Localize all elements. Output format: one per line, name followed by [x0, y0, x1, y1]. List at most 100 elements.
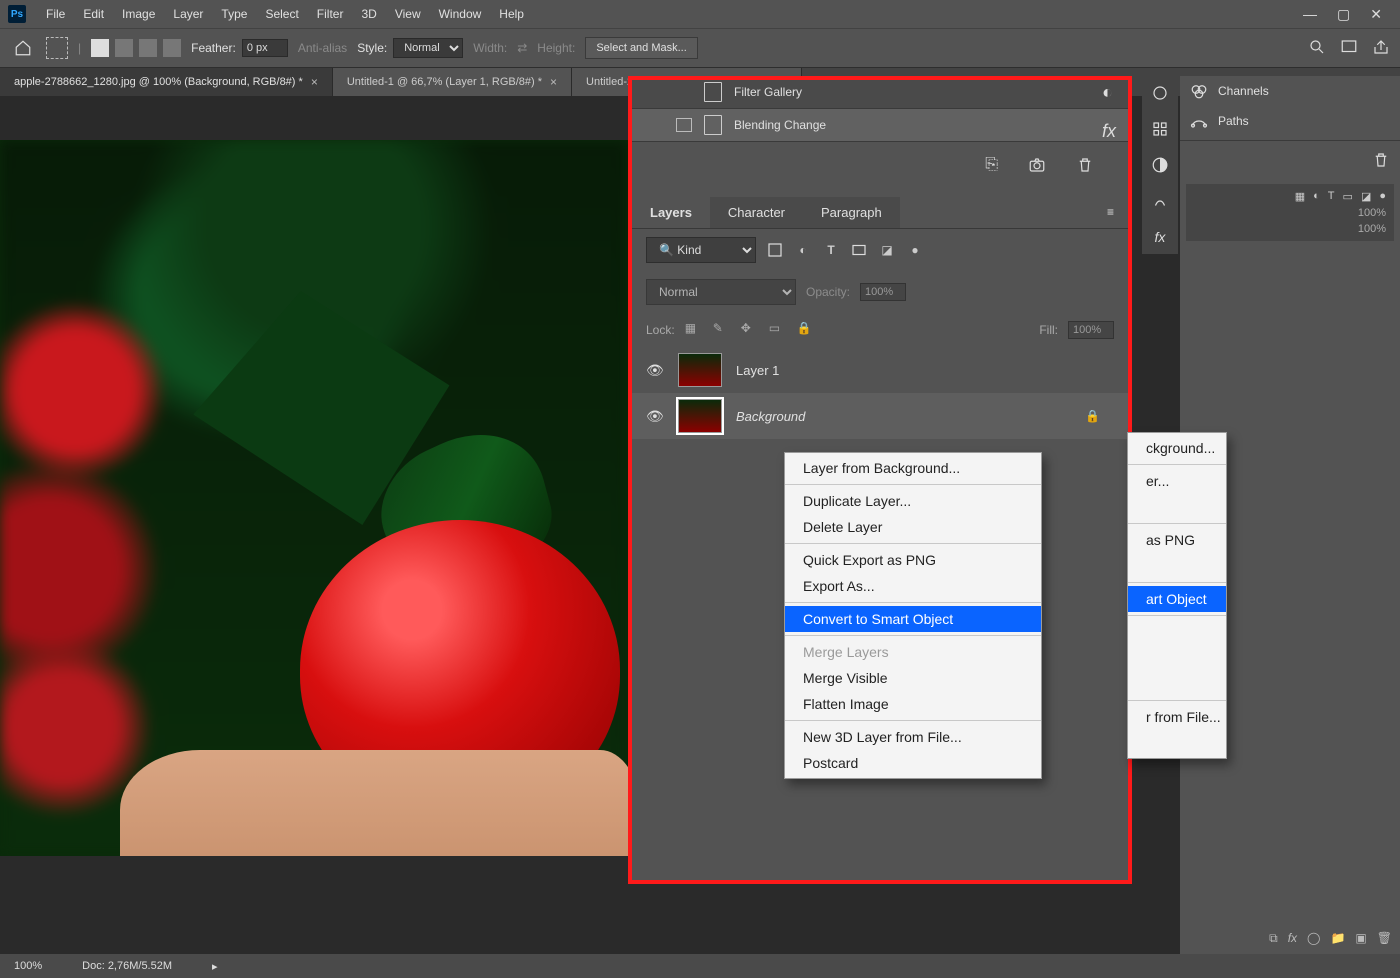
filter-shape-icon[interactable]: [850, 241, 868, 259]
minimize-button[interactable]: —: [1303, 6, 1317, 23]
ctx-convert-smart-object[interactable]: Convert to Smart Object: [785, 606, 1041, 632]
visibility-eye-icon[interactable]: 👁: [646, 408, 664, 425]
lock-all-icon[interactable]: 🔒: [797, 321, 815, 339]
paths-panel-button[interactable]: Paths: [1180, 106, 1400, 136]
maximize-button[interactable]: ▢: [1337, 6, 1350, 23]
ctx-merge-visible[interactable]: Merge Visible: [785, 665, 1041, 691]
ctx-duplicate-layer[interactable]: Duplicate Layer...: [785, 488, 1041, 514]
style-select[interactable]: Normal: [393, 38, 463, 58]
layer-row-background[interactable]: 👁 Background 🔒: [632, 393, 1128, 439]
status-menu-icon[interactable]: ▸: [212, 960, 218, 973]
opacity-input[interactable]: [860, 283, 906, 301]
menu-file[interactable]: File: [38, 3, 73, 25]
ctx-item-partial[interactable]: as PNG: [1128, 527, 1226, 553]
filter-adjust-icon[interactable]: ◐: [1313, 190, 1320, 203]
filter-adjust-icon[interactable]: ◐: [794, 241, 812, 259]
ctx-flatten-image[interactable]: Flatten Image: [785, 691, 1041, 717]
create-document-icon[interactable]: ⎘: [985, 156, 998, 179]
menu-layer[interactable]: Layer: [165, 3, 211, 25]
doc-size-readout[interactable]: Doc: 2,76M/5.52M: [82, 960, 172, 972]
share-icon[interactable]: [1372, 38, 1390, 59]
ctx-item-partial[interactable]: [1128, 671, 1226, 697]
menu-filter[interactable]: Filter: [309, 3, 352, 25]
ctx-item-partial[interactable]: [1128, 645, 1226, 671]
trash-icon[interactable]: [1076, 156, 1094, 179]
layer-filter-select[interactable]: 🔍 Kind: [646, 237, 756, 263]
fx-icon[interactable]: fx: [1149, 226, 1171, 248]
history-item-1[interactable]: Filter Gallery: [632, 76, 1128, 109]
tab-layers[interactable]: Layers: [632, 197, 710, 228]
styles-icon[interactable]: [1149, 190, 1171, 212]
menu-3d[interactable]: 3D: [353, 3, 384, 25]
lock-brush-icon[interactable]: ✎: [713, 321, 731, 339]
search-icon[interactable]: [1308, 38, 1326, 59]
filter-pixel-icon[interactable]: [766, 241, 784, 259]
menu-help[interactable]: Help: [491, 3, 532, 25]
close-icon[interactable]: ×: [550, 75, 557, 89]
ctx-item-partial[interactable]: [1128, 730, 1226, 756]
document-tab-2[interactable]: Untitled-1 @ 66,7% (Layer 1, RGB/8#) *×: [333, 68, 572, 96]
filter-type-icon[interactable]: T: [1328, 190, 1335, 203]
fill-input[interactable]: [1068, 321, 1114, 339]
feather-input[interactable]: [242, 39, 288, 57]
ctx-export-as[interactable]: Export As...: [785, 573, 1041, 599]
workspace-icon[interactable]: [1340, 38, 1358, 59]
zoom-readout[interactable]: 100%: [14, 960, 42, 972]
history-item-2[interactable]: Blending Change: [632, 109, 1128, 142]
layer-name[interactable]: Layer 1: [736, 363, 779, 378]
adjustments-icon[interactable]: [1149, 154, 1171, 176]
menu-image[interactable]: Image: [114, 3, 163, 25]
home-button[interactable]: [10, 35, 36, 61]
subtract-selection-icon[interactable]: [139, 39, 157, 57]
filter-smart-icon[interactable]: ◪: [1361, 190, 1371, 203]
trash-icon[interactable]: 🗑: [1377, 931, 1392, 946]
new-layer-icon[interactable]: ▣: [1355, 931, 1366, 946]
filter-pixel-icon[interactable]: ▦: [1295, 190, 1305, 203]
intersect-selection-icon[interactable]: [163, 39, 181, 57]
adjustments-icon[interactable]: ◐: [1102, 82, 1116, 103]
select-and-mask-button[interactable]: Select and Mask...: [585, 37, 698, 59]
ctx-item-partial[interactable]: r from File...: [1128, 704, 1226, 730]
mask-icon[interactable]: ◯: [1307, 931, 1320, 946]
close-icon[interactable]: ×: [311, 75, 318, 89]
menu-window[interactable]: Window: [431, 3, 490, 25]
filter-toggle-icon[interactable]: ●: [1379, 190, 1386, 203]
layer-thumbnail[interactable]: [678, 399, 722, 433]
snapshot-camera-icon[interactable]: [1028, 156, 1046, 179]
ctx-delete-layer[interactable]: Delete Layer: [785, 514, 1041, 540]
close-button[interactable]: ✕: [1370, 6, 1382, 23]
trash-icon[interactable]: [1372, 151, 1390, 172]
fx-icon[interactable]: fx: [1102, 121, 1116, 142]
filter-toggle-icon[interactable]: ●: [906, 241, 924, 259]
ctx-item-partial[interactable]: [1128, 553, 1226, 579]
blend-mode-select[interactable]: Normal: [646, 279, 796, 305]
lock-artboard-icon[interactable]: ▭: [769, 321, 787, 339]
lock-position-icon[interactable]: ✥: [741, 321, 759, 339]
ctx-item-partial-hover[interactable]: art Object: [1128, 586, 1226, 612]
ctx-postcard[interactable]: Postcard: [785, 750, 1041, 776]
menu-edit[interactable]: Edit: [75, 3, 112, 25]
swatches-icon[interactable]: [1149, 118, 1171, 140]
ctx-item-partial[interactable]: er...: [1128, 468, 1226, 494]
new-selection-icon[interactable]: [91, 39, 109, 57]
ctx-layer-from-background[interactable]: Layer from Background...: [785, 455, 1041, 481]
filter-type-icon[interactable]: T: [822, 241, 840, 259]
menu-type[interactable]: Type: [213, 3, 255, 25]
ctx-new-3d-layer[interactable]: New 3D Layer from File...: [785, 724, 1041, 750]
filter-shape-icon[interactable]: ▭: [1343, 190, 1353, 203]
color-icon[interactable]: [1149, 82, 1171, 104]
link-layers-icon[interactable]: ⧉: [1269, 931, 1278, 946]
folder-icon[interactable]: 📁: [1330, 931, 1345, 946]
canvas[interactable]: [0, 140, 628, 856]
menu-view[interactable]: View: [387, 3, 429, 25]
channels-panel-button[interactable]: Channels: [1180, 76, 1400, 106]
add-selection-icon[interactable]: [115, 39, 133, 57]
filter-smart-icon[interactable]: ◪: [878, 241, 896, 259]
ctx-item-partial[interactable]: ckground...: [1128, 435, 1226, 461]
visibility-eye-icon[interactable]: 👁: [646, 362, 664, 379]
lock-transparency-icon[interactable]: ▦: [685, 321, 703, 339]
tab-character[interactable]: Character: [710, 197, 803, 228]
panel-menu-icon[interactable]: ≡: [1093, 197, 1128, 228]
fx-icon[interactable]: fx: [1288, 931, 1297, 946]
ctx-item-partial[interactable]: [1128, 494, 1226, 520]
